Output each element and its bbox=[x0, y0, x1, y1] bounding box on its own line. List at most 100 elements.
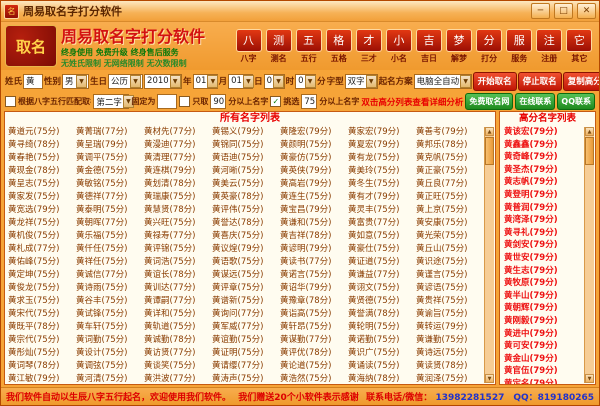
name-cell[interactable]: 黄安康(75分) bbox=[416, 217, 484, 230]
main-list-scrollbar[interactable]: ▲ ▼ bbox=[484, 127, 494, 383]
scroll-up-icon[interactable]: ▲ bbox=[585, 127, 594, 136]
scroll-thumb[interactable] bbox=[485, 137, 494, 165]
min-score-checkbox[interactable] bbox=[179, 96, 190, 107]
name-cell[interactable]: 黄祥任(75分) bbox=[76, 256, 144, 269]
hour-select[interactable]: 0 ▼ bbox=[264, 74, 285, 89]
name-cell[interactable]: 黄英侠(79分) bbox=[280, 165, 348, 178]
name-cell[interactable]: 黄富贵(77分) bbox=[348, 217, 416, 230]
name-cell[interactable]: 黄证明(75分) bbox=[212, 347, 280, 360]
name-cell[interactable]: 黄朝晖(77分) bbox=[76, 217, 144, 230]
name-cell[interactable]: 黄现金(78分) bbox=[8, 165, 76, 178]
name-cell[interactable]: 黄敏铭(75分) bbox=[76, 178, 144, 191]
high-name-cell[interactable]: 黄牧原(79分) bbox=[504, 277, 584, 290]
name-cell[interactable]: 黄宝昌(79分) bbox=[280, 204, 348, 217]
name-cell[interactable]: 黄豪仕(75分) bbox=[348, 243, 416, 256]
name-cell[interactable]: 黄美云(75分) bbox=[212, 178, 280, 191]
name-cell[interactable]: 黄诵读(75分) bbox=[348, 360, 416, 373]
name-cell[interactable]: 黄漫迪(77分) bbox=[144, 139, 212, 152]
name-cell[interactable]: 黄论道(75分) bbox=[280, 360, 348, 373]
name-cell[interactable]: 黄语迪(75分) bbox=[212, 152, 280, 165]
name-cell[interactable]: 黄谭嗣(77分) bbox=[144, 295, 212, 308]
high-name-cell[interactable]: 黄定名(79分) bbox=[504, 378, 584, 384]
name-cell[interactable]: 黄谨言(75分) bbox=[416, 269, 484, 282]
name-cell[interactable]: 黄访贤(77分) bbox=[144, 347, 212, 360]
high-name-cell[interactable]: 黄半山(79分) bbox=[504, 290, 584, 303]
name-cell[interactable]: 黄详和(75分) bbox=[144, 308, 212, 321]
name-cell[interactable]: 黄诩文(75分) bbox=[348, 282, 416, 295]
name-cell[interactable]: 黄设计(75分) bbox=[76, 347, 144, 360]
toolbar-item-五格[interactable]: 格五格 bbox=[325, 29, 352, 64]
surname-input[interactable]: 黄 bbox=[23, 74, 43, 89]
name-cell[interactable]: 黄隆宏(79分) bbox=[280, 126, 348, 139]
name-cell[interactable]: 黄锦同(75分) bbox=[212, 139, 280, 152]
name-cell[interactable]: 黄宗代(75分) bbox=[8, 334, 76, 347]
name-cell[interactable]: 黄材先(77分) bbox=[144, 126, 212, 139]
name-cell[interactable]: 黄美玲(75分) bbox=[348, 165, 416, 178]
free-naming-site-button[interactable]: 免费取名网 bbox=[465, 93, 513, 110]
name-cell[interactable]: 黄春艳(75分) bbox=[8, 152, 76, 165]
name-cell[interactable]: 黄诣高(75分) bbox=[280, 308, 348, 321]
high-name-cell[interactable]: 黄普润(79分) bbox=[504, 202, 584, 215]
name-cell[interactable]: 黄询问(77分) bbox=[212, 308, 280, 321]
name-cell[interactable]: 黄评章(75分) bbox=[212, 282, 280, 295]
name-cell[interactable]: 黄佑峰(75分) bbox=[8, 256, 76, 269]
toolbar-item-五行[interactable]: 五五行 bbox=[295, 29, 322, 64]
name-cell[interactable]: 黄呈志(75分) bbox=[8, 178, 76, 191]
name-cell[interactable]: 黄上京(75分) bbox=[416, 204, 484, 217]
toolbar-item-打分[interactable]: 分打分 bbox=[476, 29, 503, 64]
name-cell[interactable]: 黄诗远(75分) bbox=[416, 347, 484, 360]
name-cell[interactable]: 黄冬生(75分) bbox=[348, 178, 416, 191]
name-cell[interactable]: 黄道元(75分) bbox=[8, 126, 76, 139]
name-cell[interactable]: 黄家发(75分) bbox=[8, 191, 76, 204]
pick-score-checkbox[interactable]: ✓ bbox=[270, 96, 281, 107]
name-cell[interactable]: 黄光荣(75分) bbox=[416, 230, 484, 243]
name-cell[interactable]: 黄乐福(75分) bbox=[76, 230, 144, 243]
name-cell[interactable]: 黄诺勤(75分) bbox=[348, 334, 416, 347]
day-select[interactable]: 01 ▼ bbox=[228, 74, 253, 89]
min-score-input[interactable]: 90 bbox=[210, 94, 226, 109]
name-cell[interactable]: 黄高岩(79分) bbox=[280, 178, 348, 191]
name-cell[interactable]: 黄海纳(78分) bbox=[348, 373, 416, 384]
name-cell[interactable]: 黄轩昂(75分) bbox=[280, 321, 348, 334]
high-name-cell[interactable]: 黄金山(79分) bbox=[504, 353, 584, 366]
name-cell[interactable]: 黄贵祥(75分) bbox=[416, 295, 484, 308]
name-cell[interactable]: 黄龙祥(75分) bbox=[8, 217, 76, 230]
name-cell[interactable]: 黄金德(75分) bbox=[76, 165, 144, 178]
name-cell[interactable]: 黄如意(75分) bbox=[348, 230, 416, 243]
toolbar-item-小名[interactable]: 小小名 bbox=[385, 29, 412, 64]
high-name-cell[interactable]: 黄朝辉(79分) bbox=[504, 302, 584, 315]
name-cell[interactable]: 黄江敏(79分) bbox=[8, 373, 76, 384]
name-cell[interactable]: 黄俊龙(75分) bbox=[8, 282, 76, 295]
name-cell[interactable]: 黄评优(78分) bbox=[280, 347, 348, 360]
name-cell[interactable]: 黄词浩(75分) bbox=[144, 256, 212, 269]
name-cell[interactable]: 黄轮明(75分) bbox=[348, 321, 416, 334]
name-cell[interactable]: 黄丘山(75分) bbox=[416, 243, 484, 256]
high-name-cell[interactable]: 黄进中(79分) bbox=[504, 328, 584, 341]
name-cell[interactable]: 黄划清(78分) bbox=[144, 178, 212, 191]
name-cell[interactable]: 黄语歌(75分) bbox=[212, 256, 280, 269]
name-cell[interactable]: 黄灵丰(75分) bbox=[348, 204, 416, 217]
name-cell[interactable]: 黄诏华(79分) bbox=[280, 282, 348, 295]
name-cell[interactable]: 黄丘良(77分) bbox=[416, 178, 484, 191]
pick-score-input[interactable]: 75 bbox=[301, 94, 317, 109]
name-cell[interactable]: 黄证道(75分) bbox=[348, 256, 416, 269]
name-cell[interactable]: 黄豪仿(75分) bbox=[280, 152, 348, 165]
name-cell[interactable]: 黄试锋(75分) bbox=[76, 308, 144, 321]
name-cell[interactable]: 黄机俊(75分) bbox=[8, 230, 76, 243]
name-cell[interactable]: 黄颜明(75分) bbox=[280, 139, 348, 152]
high-list-scrollbar[interactable]: ▲ ▼ bbox=[584, 127, 594, 383]
close-button[interactable]: ✕ bbox=[577, 3, 596, 19]
name-cell[interactable]: 黄呈瑞(79分) bbox=[76, 139, 144, 152]
copy-high-score-button[interactable]: 复制高分 bbox=[563, 72, 599, 91]
name-cell[interactable]: 黄德祥(77分) bbox=[76, 191, 144, 204]
name-cell[interactable]: 黄评锦(75分) bbox=[144, 243, 212, 256]
toolbar-item-八字[interactable]: 八八字 bbox=[235, 29, 262, 64]
scroll-up-icon[interactable]: ▲ bbox=[485, 127, 494, 136]
toolbar-item-吉日[interactable]: 吉吉日 bbox=[415, 29, 442, 64]
name-cell[interactable]: 黄河清(75分) bbox=[76, 373, 144, 384]
name-type-select[interactable]: 双字 ▼ bbox=[345, 74, 378, 89]
high-name-cell[interactable]: 黄刚毅(79分) bbox=[504, 315, 584, 328]
name-cell[interactable]: 黄军威(77分) bbox=[212, 321, 280, 334]
online-contact-button[interactable]: 在线联系 bbox=[515, 93, 555, 110]
name-cell[interactable]: 黄谷丰(75分) bbox=[76, 295, 144, 308]
